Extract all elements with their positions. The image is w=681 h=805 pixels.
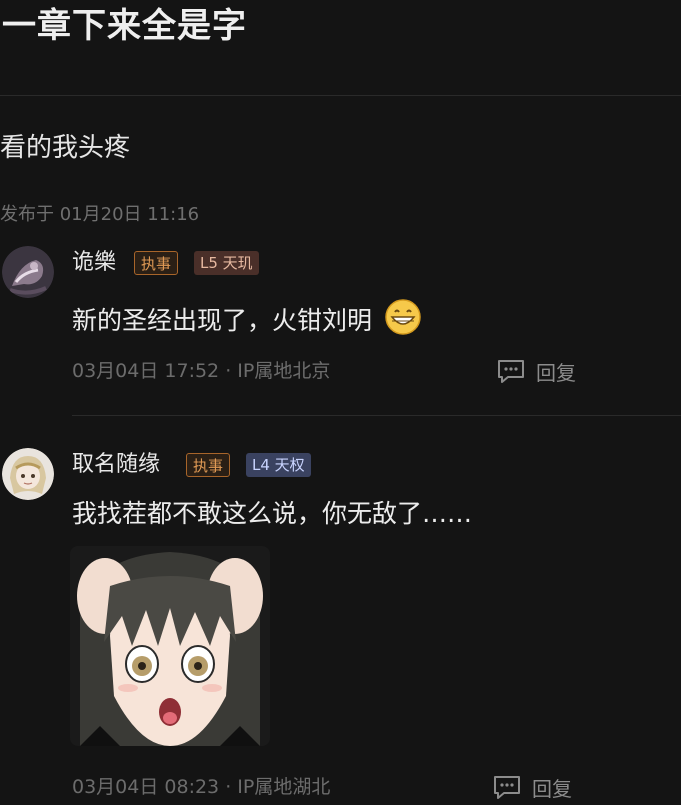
comment-text: 新的圣经出现了，火钳刘明 <box>72 298 422 346</box>
avatar[interactable] <box>2 448 54 500</box>
comment-text-content: 新的圣经出现了，火钳刘明 <box>72 306 373 335</box>
level-badge: L5 天玑 <box>194 251 259 275</box>
comment-meta: 03月04日 08:23 · IP属地湖北 <box>72 776 331 798</box>
level-badge: L4 天权 <box>246 453 311 477</box>
comment-text: 我找茬都不敢这么说，你无敌了…… <box>72 499 473 528</box>
post-title: 一章下来全是字 <box>2 6 247 46</box>
role-badge: 执事 <box>134 251 179 275</box>
username[interactable]: 诡樂 <box>72 248 116 278</box>
reply-label: 回复 <box>532 776 572 801</box>
anime-girl-shocked-sticker[interactable] <box>70 546 270 746</box>
reply-label: 回复 <box>536 360 576 385</box>
reply-button[interactable]: 回复 <box>496 356 576 386</box>
role-badge: 执事 <box>186 453 231 477</box>
grinning-face-emoji-icon <box>384 298 422 346</box>
reply-button[interactable]: 回复 <box>492 772 572 802</box>
divider <box>72 415 681 416</box>
divider <box>0 95 681 96</box>
post-body: 看的我头疼 <box>0 133 131 163</box>
comment-icon <box>492 774 522 800</box>
post-publish-time: 发布于 01月20日 11:16 <box>0 204 200 225</box>
avatar[interactable] <box>2 246 54 298</box>
username[interactable]: 取名随缘 <box>72 450 160 480</box>
comment-meta: 03月04日 17:52 · IP属地北京 <box>72 360 331 382</box>
comment-icon <box>496 358 526 384</box>
